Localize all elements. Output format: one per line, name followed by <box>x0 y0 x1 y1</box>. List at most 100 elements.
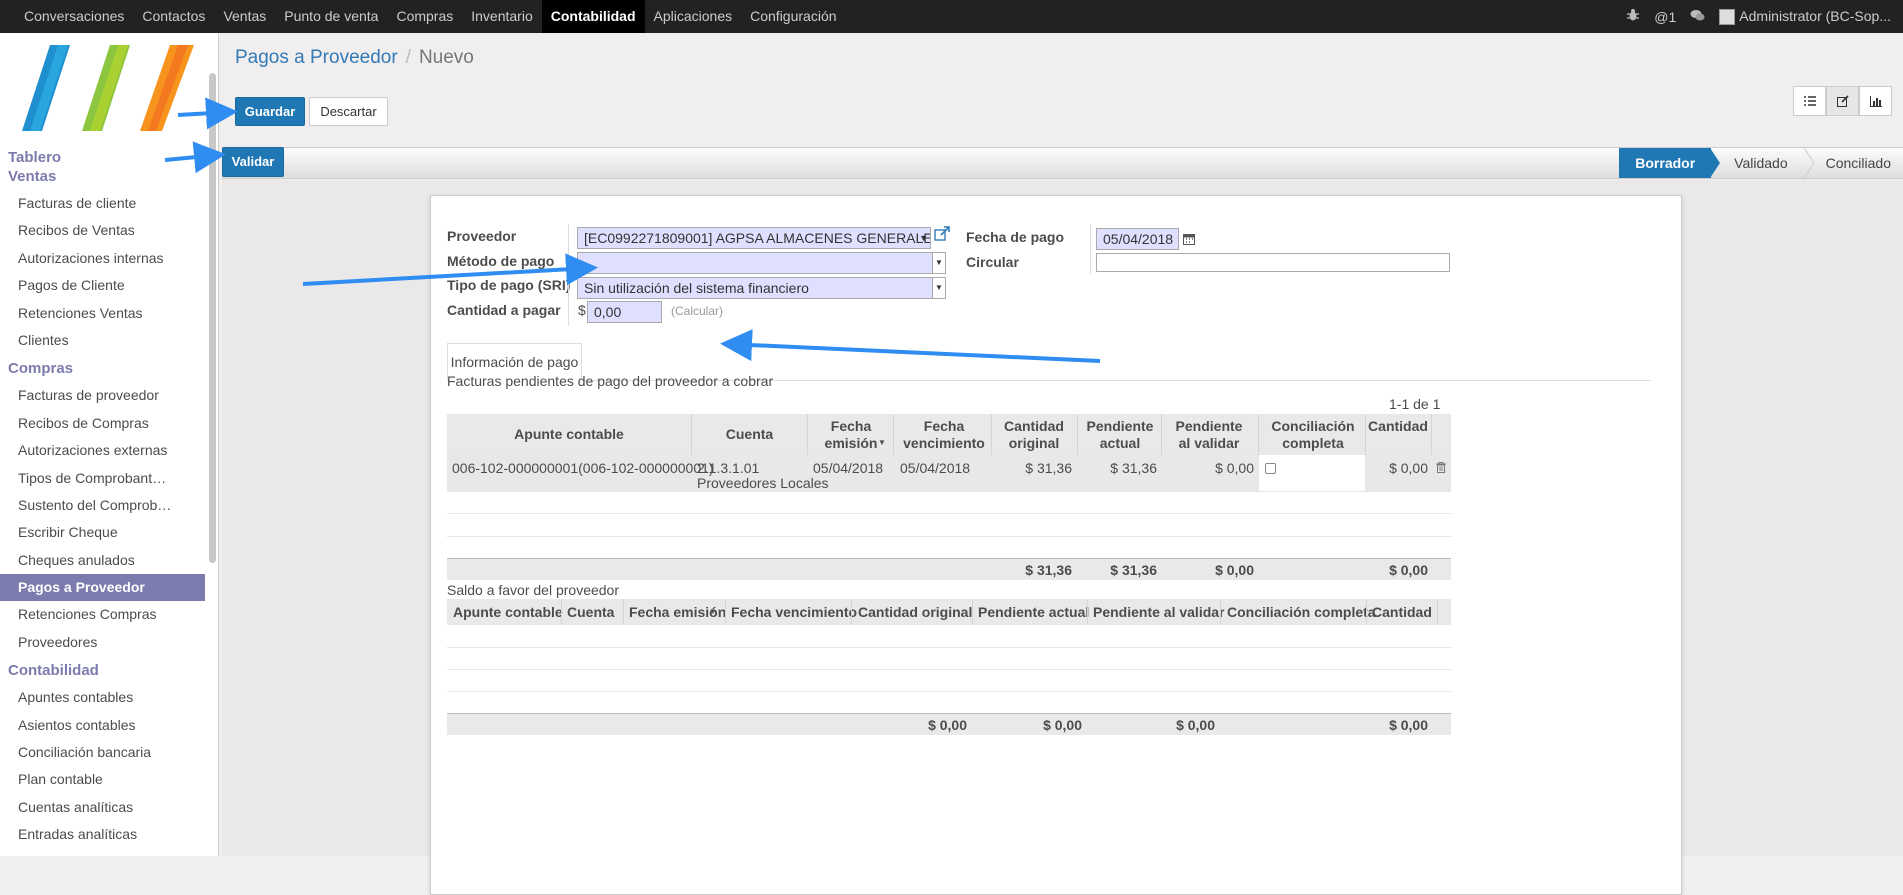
row-divider <box>447 513 1451 514</box>
table2-caption: Saldo a favor del proveedor <box>447 582 619 598</box>
sidebar-item-facturas-cliente[interactable]: Facturas de cliente <box>0 190 205 217</box>
col2-cuenta[interactable]: Cuenta <box>567 604 614 620</box>
chevron-down-icon[interactable]: ▼ <box>932 278 945 298</box>
row-cantidad[interactable]: $ 0,00 <box>1365 460 1428 476</box>
top-navbar: Conversaciones Contactos Ventas Punto de… <box>0 0 1903 33</box>
stage-conciliado[interactable]: Conciliado <box>1814 148 1903 178</box>
main-content: Pagos a Proveedor / Nuevo Guardar Descarta… <box>220 33 1903 895</box>
col-cantidad-original[interactable]: Cantidad original <box>999 418 1069 452</box>
col-apunte-contable[interactable]: Apunte contable <box>447 426 691 442</box>
breadcrumb-parent[interactable]: Pagos a Proveedor <box>235 47 398 68</box>
col2-fecha-vencimiento[interactable]: Fecha vencimiento <box>731 604 857 620</box>
sidebar-section-contabilidad: Contabilidad <box>8 662 99 680</box>
conciliacion-checkbox[interactable] <box>1265 463 1276 474</box>
menu-contabilidad[interactable]: Contabilidad <box>541 0 645 33</box>
status-bar: Validar Borrador Validado Conciliado <box>222 147 1903 179</box>
proveedor-label: Proveedor <box>447 228 517 244</box>
col2-conciliacion-completa[interactable]: Conciliación completa <box>1227 604 1376 620</box>
form-view-icon[interactable] <box>1826 86 1859 116</box>
sidebar-item-clientes[interactable]: Clientes <box>0 327 205 354</box>
calcular-link[interactable]: (Calcular) <box>671 304 723 318</box>
sort-desc-icon[interactable]: ▼ <box>878 438 886 447</box>
list-view-icon[interactable] <box>1793 86 1826 116</box>
discard-button[interactable]: Descartar <box>309 97 388 126</box>
external-link-icon[interactable] <box>934 226 950 245</box>
fecha-pago-input[interactable]: 05/04/2018 <box>1096 228 1179 250</box>
circular-input[interactable] <box>1096 253 1450 272</box>
breadcrumb: Pagos a Proveedor / Nuevo <box>235 47 474 69</box>
save-button[interactable]: Guardar <box>235 97 305 126</box>
sidebar-item-cuentas-analiticas[interactable]: Cuentas analíticas <box>0 794 205 821</box>
row-cantidad-original: $ 31,36 <box>1025 460 1072 476</box>
sidebar-item-sustento-comprobante[interactable]: Sustento del Comprob… <box>0 492 205 519</box>
sidebar-item-apuntes-contables[interactable]: Apuntes contables <box>0 684 205 711</box>
sidebar-item-autorizaciones-internas[interactable]: Autorizaciones internas <box>0 245 205 272</box>
menu-compras[interactable]: Compras <box>387 0 462 33</box>
menu-configuracion[interactable]: Configuración <box>741 0 845 33</box>
col-fecha-vencimiento[interactable]: Fecha vencimiento <box>899 418 989 452</box>
sidebar-item-conciliacion-bancaria[interactable]: Conciliación bancaria <box>0 739 205 766</box>
row-fecha-emision: 05/04/2018 <box>813 460 884 476</box>
col2-pendiente-actual[interactable]: Pendiente actual <box>978 604 1089 620</box>
trash-icon[interactable] <box>1436 460 1446 476</box>
graph-view-icon[interactable] <box>1859 86 1892 116</box>
table1-footer: $ 31,36 $ 31,36 $ 0,00 $ 0,00 <box>447 558 1451 580</box>
sidebar-item-pagos-cliente[interactable]: Pagos de Cliente <box>0 272 205 299</box>
col2-cantidad[interactable]: Cantidad <box>1372 604 1432 620</box>
user-menu[interactable]: Administrator (BC-Sop... <box>1719 8 1891 26</box>
row-divider <box>447 491 1451 492</box>
menu-ventas[interactable]: Ventas <box>214 0 275 33</box>
sort-desc-icon[interactable]: ▼ <box>709 607 717 616</box>
col2-cantidad-original[interactable]: Cantidad original <box>858 604 972 620</box>
bug-icon[interactable] <box>1626 8 1640 25</box>
sidebar-item-escribir-cheque[interactable]: Escribir Cheque <box>0 519 205 546</box>
total2-pendiente-validar: $ 0,00 <box>1176 717 1215 733</box>
dropdown-caret-icon[interactable]: ▼ <box>919 228 928 248</box>
tipo-pago-select[interactable]: Sin utilización del sistema financiero ▼ <box>577 277 946 299</box>
col2-pendiente-validar[interactable]: Pendiente al validar <box>1093 604 1225 620</box>
sidebar-item-proveedores[interactable]: Proveedores <box>0 629 205 656</box>
validate-button[interactable]: Validar <box>222 147 284 177</box>
calendar-icon[interactable] <box>1183 232 1195 248</box>
chevron-down-icon[interactable]: ▼ <box>932 253 945 273</box>
sidebar-scrollbar[interactable] <box>209 73 216 563</box>
sidebar-item-retenciones-compras[interactable]: Retenciones Compras <box>0 601 205 628</box>
sidebar-item-cheques-anulados[interactable]: Cheques anulados <box>0 547 205 574</box>
sidebar-item-autorizaciones-externas[interactable]: Autorizaciones externas <box>0 437 205 464</box>
menu-contactos[interactable]: Contactos <box>133 0 214 33</box>
col2-apunte-contable[interactable]: Apunte contable <box>453 604 563 620</box>
sidebar-item-recibos-ventas[interactable]: Recibos de Ventas <box>0 217 205 244</box>
cantidad-input[interactable]: 0,00 <box>587 301 662 323</box>
pager[interactable]: 1-1 de 1 <box>1389 396 1440 412</box>
mentions-counter[interactable]: @1 <box>1654 9 1676 25</box>
sidebar-item-asientos-contables[interactable]: Asientos contables <box>0 712 205 739</box>
sidebar-item-recibos-compras[interactable]: Recibos de Compras <box>0 410 205 437</box>
stage-borrador[interactable]: Borrador <box>1619 148 1712 178</box>
menu-conversaciones[interactable]: Conversaciones <box>15 0 133 33</box>
col-fecha-emision[interactable]: Fecha emisión <box>815 418 887 452</box>
col-conciliacion-completa[interactable]: Conciliación completa <box>1267 418 1359 452</box>
sidebar-item-retenciones-ventas[interactable]: Retenciones Ventas <box>0 300 205 327</box>
menu-punto-de-venta[interactable]: Punto de venta <box>275 0 387 33</box>
metodo-pago-select[interactable]: ▼ <box>577 252 946 274</box>
col-pendiente-actual[interactable]: Pendiente actual <box>1085 418 1155 452</box>
row-divider <box>447 536 1451 537</box>
table-row[interactable]: 006-102-000000001(006-102-000000001) 2.1… <box>447 455 1451 491</box>
col-pendiente-validar[interactable]: Pendiente al validar <box>1169 418 1249 452</box>
menu-inventario[interactable]: Inventario <box>462 0 541 33</box>
sidebar-item-pagos-proveedor[interactable]: Pagos a Proveedor <box>0 574 205 602</box>
col-cuenta[interactable]: Cuenta <box>692 426 807 442</box>
menu-aplicaciones[interactable]: Aplicaciones <box>645 0 742 33</box>
sidebar-item-facturas-proveedor[interactable]: Facturas de proveedor <box>0 382 205 409</box>
sidebar-item-tipos-comprobante[interactable]: Tipos de Comprobant… <box>0 465 205 492</box>
sidebar: Tablero Ventas Facturas de cliente Recib… <box>0 33 219 856</box>
total2-cantidad-original: $ 0,00 <box>928 717 967 733</box>
sidebar-item-entradas-analiticas[interactable]: Entradas analíticas <box>0 821 205 848</box>
sidebar-section-tablero[interactable]: Tablero <box>0 148 205 167</box>
sidebar-item-plan-contable[interactable]: Plan contable <box>0 766 205 793</box>
proveedor-field[interactable]: [EC0992271809001] AGPSA ALMACENES GENERA… <box>577 227 931 249</box>
stage-validado[interactable]: Validado <box>1720 148 1803 178</box>
metodo-label: Método de pago <box>447 253 555 269</box>
chat-icon[interactable] <box>1690 9 1705 25</box>
col-cantidad[interactable]: Cantidad <box>1365 418 1431 434</box>
